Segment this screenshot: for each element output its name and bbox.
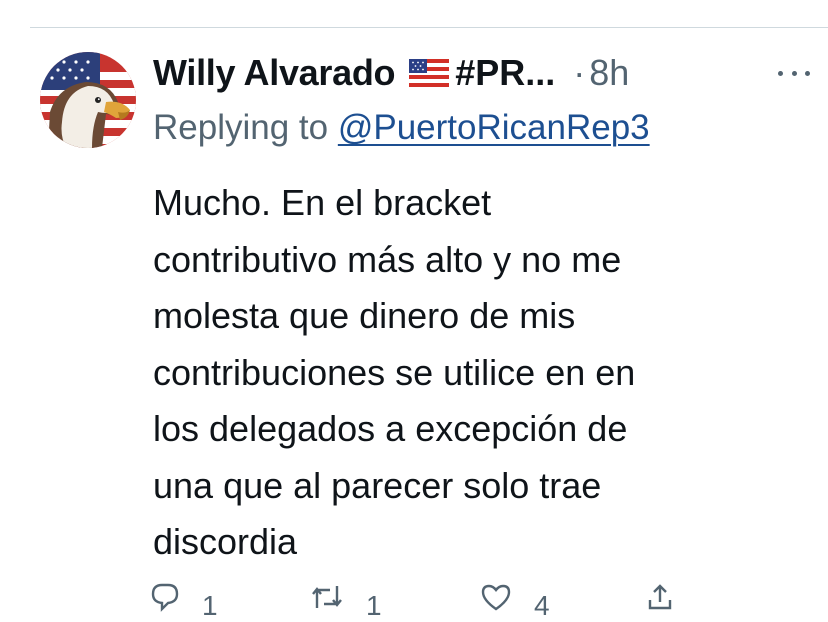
action-bar: 1 1 4 <box>150 582 710 621</box>
avatar[interactable] <box>40 52 136 148</box>
tweet-text: Mucho. En el bracket contributivo más al… <box>153 182 636 562</box>
like-count: 4 <box>534 590 550 621</box>
reply-handle-link[interactable]: @PuertoRicanRep3 <box>338 108 650 147</box>
share-button[interactable] <box>645 582 675 612</box>
reply-icon <box>151 583 179 612</box>
retweet-count: 1 <box>366 590 382 621</box>
more-icon[interactable] <box>778 58 810 88</box>
retweet-icon <box>312 586 342 608</box>
share-icon <box>648 584 672 610</box>
reply-button[interactable]: 1 <box>150 582 218 622</box>
name-hashtag: #PR... <box>455 52 556 93</box>
dot-separator: · <box>573 52 586 93</box>
us-flag-icon <box>409 59 450 87</box>
reply-count: 1 <box>202 590 218 621</box>
tweet-header: Willy Alvarado #PR... · 8h <box>153 48 810 98</box>
display-name[interactable]: Willy Alvarado <box>153 52 396 94</box>
top-divider <box>30 27 828 28</box>
eagle-flag-avatar-icon <box>40 52 136 148</box>
replying-to: Replying to @PuertoRicanRep3 <box>153 108 650 148</box>
retweet-button[interactable]: 1 <box>310 582 382 622</box>
reply-prefix: Replying to <box>153 108 338 147</box>
heart-icon <box>481 584 511 611</box>
like-button[interactable]: 4 <box>480 582 550 622</box>
timestamp[interactable]: 8h <box>589 52 629 94</box>
